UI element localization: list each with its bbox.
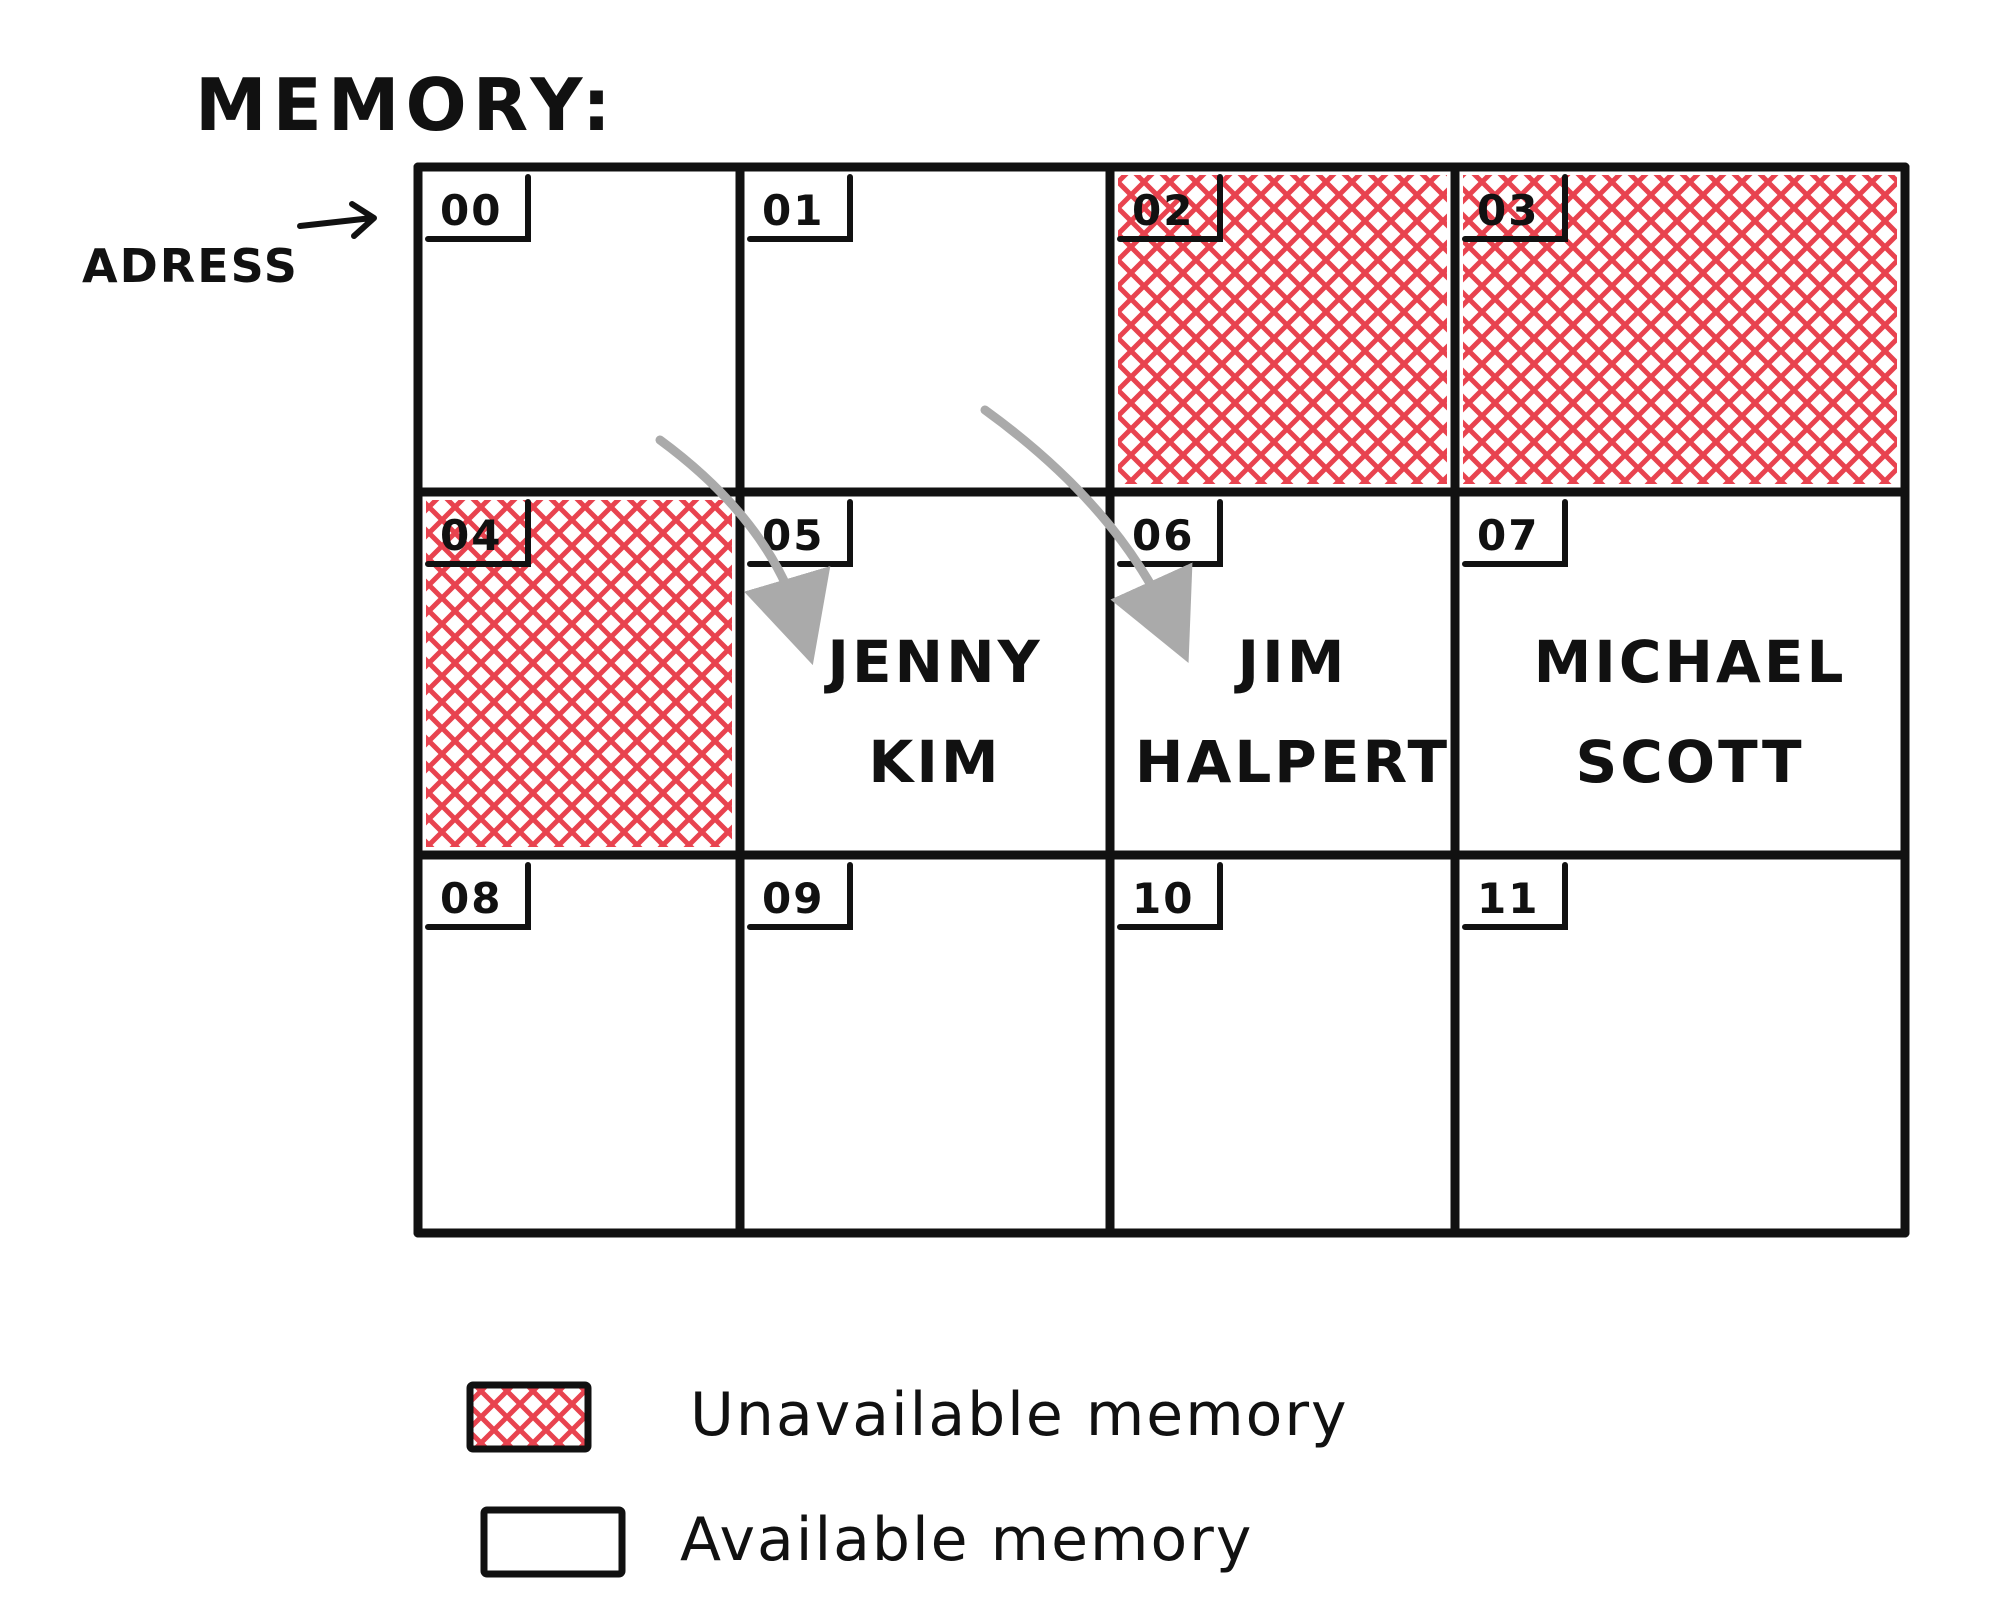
- address-number: 09: [762, 874, 824, 923]
- cell-value-line: SCOTT: [1575, 728, 1804, 796]
- memory-cell-05: JENNY KIM: [823, 628, 1042, 796]
- address-tag-11: 11: [1462, 862, 1568, 930]
- address-number: 08: [440, 874, 502, 923]
- legend-item-available: Available memory: [480, 1505, 1253, 1578]
- address-number: 01: [762, 186, 824, 235]
- address-number: 06: [1132, 511, 1194, 560]
- cell-value-line: JENNY: [823, 628, 1042, 696]
- address-tag-10: 10: [1117, 862, 1223, 930]
- memory-cell-06: JIM HALPERT: [1135, 628, 1450, 796]
- address-label: ADRESS: [82, 239, 299, 293]
- diagram-title: MEMORY:: [195, 63, 617, 147]
- address-number: 00: [440, 186, 502, 235]
- legend-label-unavailable: Unavailable memory: [690, 1380, 1349, 1450]
- address-number: 04: [440, 511, 502, 560]
- address-tag-08: 08: [425, 862, 531, 930]
- address-arrow-icon: [297, 201, 377, 239]
- legend-swatch-available: [480, 1506, 626, 1578]
- address-tag-09: 09: [747, 862, 853, 930]
- cell-value-line: HALPERT: [1135, 728, 1450, 796]
- memory-grid: 00 01 02 0304 05 06 0708 09 10 11 JENNYKIMJIMHALP…: [413, 162, 1910, 1238]
- legend-label-available: Available memory: [680, 1505, 1253, 1575]
- cell-value-line: JIM: [1234, 628, 1348, 696]
- address-number: 10: [1132, 874, 1194, 923]
- legend: Unavailable memory Available memory: [466, 1380, 1349, 1578]
- address-number: 07: [1477, 511, 1539, 560]
- address-tag-07: 07: [1462, 499, 1568, 567]
- address-number: 02: [1132, 186, 1194, 235]
- address-number: 03: [1477, 186, 1539, 235]
- address-tag-01: 01: [747, 174, 853, 242]
- legend-item-unavailable: Unavailable memory: [466, 1380, 1349, 1453]
- legend-swatch-unavailable: [466, 1381, 592, 1453]
- cell-value-line: MICHAEL: [1534, 628, 1847, 696]
- address-number: 11: [1477, 874, 1539, 923]
- address-tag-00: 00: [425, 174, 531, 242]
- memory-cell-07: MICHAEL SCOTT: [1534, 628, 1847, 796]
- cell-value-line: KIM: [868, 728, 1001, 796]
- memory-diagram: MEMORY: ADRESS 00 01 02 0304 05 06 0708 09 10 11 …: [82, 63, 1910, 1578]
